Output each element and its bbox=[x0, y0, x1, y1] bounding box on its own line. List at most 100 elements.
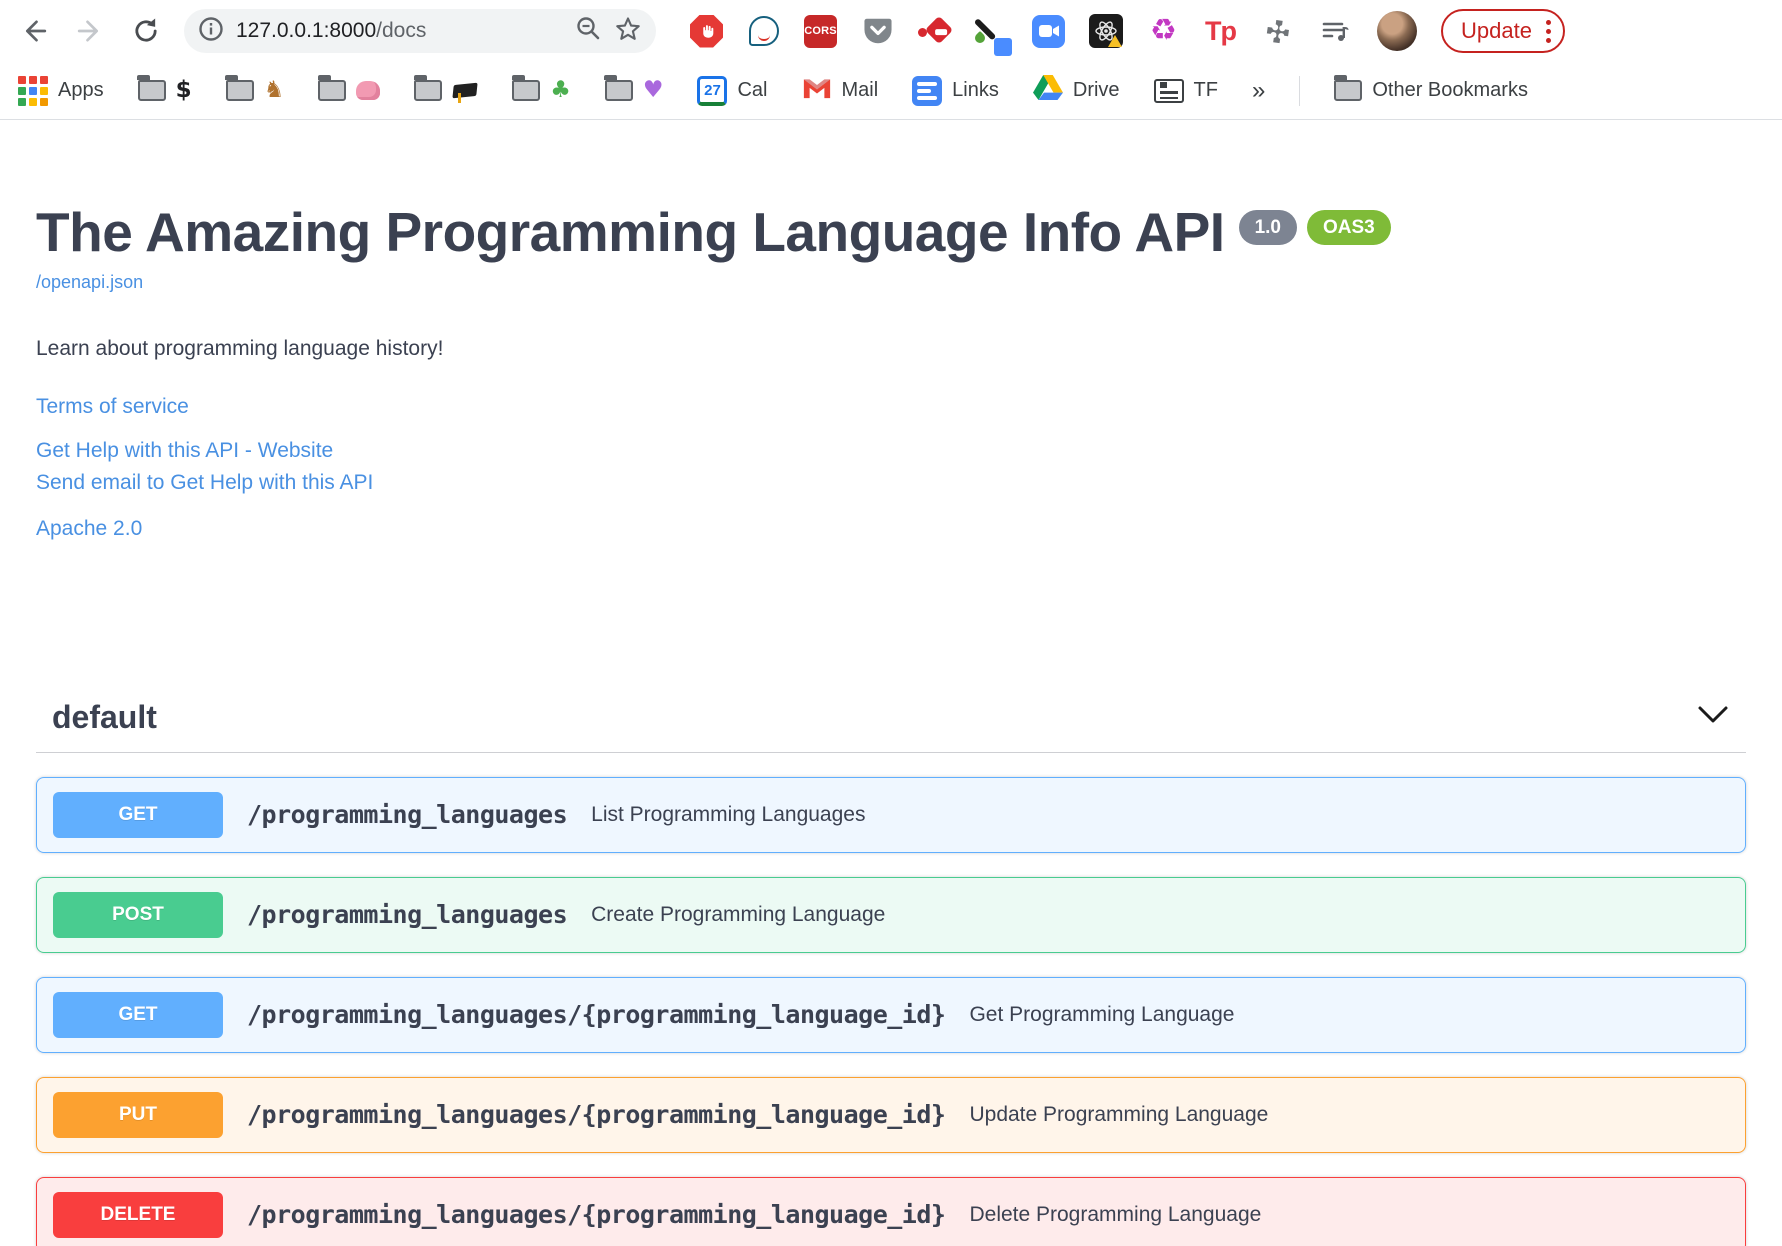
extensions-puzzle-icon[interactable] bbox=[1261, 15, 1294, 48]
api-license-block: Apache 2.0 bbox=[36, 517, 1746, 541]
bookmark-folder-carousel-horse[interactable] bbox=[225, 75, 285, 102]
bookmark-label: Links bbox=[952, 79, 999, 101]
bookmark-label: Mail bbox=[841, 79, 879, 101]
endpoint-row[interactable]: DELETE /programming_languages/{programmi… bbox=[36, 1176, 1746, 1246]
bookmarks-overflow-chevron[interactable]: » bbox=[1252, 77, 1265, 105]
bookmark-cal[interactable]: 27 Cal bbox=[697, 75, 768, 106]
purple-heart-icon bbox=[643, 79, 664, 102]
openapi-json-link[interactable]: /openapi.json bbox=[36, 272, 143, 293]
folder-icon bbox=[604, 75, 633, 101]
folder-icon bbox=[1333, 75, 1363, 101]
adblock-stop-hand-icon[interactable] bbox=[690, 14, 723, 48]
cors-icon[interactable]: CORS bbox=[804, 14, 837, 48]
api-help-links: Get Help with this API - Website Send em… bbox=[36, 439, 1746, 495]
method-badge: DELETE bbox=[53, 1191, 223, 1238]
card-note-icon bbox=[1153, 78, 1184, 103]
endpoint-path: /programming_languages bbox=[247, 800, 568, 830]
url-host: 127.0.0.1:8000 bbox=[236, 19, 377, 42]
bookmark-tf[interactable]: TF bbox=[1153, 78, 1218, 103]
herb-icon bbox=[550, 79, 571, 102]
music-playlist-icon[interactable] bbox=[1318, 15, 1351, 48]
other-bookmarks-label: Other Bookmarks bbox=[1372, 79, 1528, 101]
method-badge: GET bbox=[53, 791, 223, 838]
browser-menu-kebab-icon[interactable] bbox=[1545, 19, 1551, 43]
tag-section-header[interactable]: default bbox=[36, 699, 1746, 753]
gmail-icon bbox=[802, 76, 832, 105]
license-link[interactable]: Apache 2.0 bbox=[36, 517, 1746, 541]
endpoint-row[interactable]: GET /programming_languages List Programm… bbox=[36, 776, 1746, 853]
api-links: Terms of service bbox=[36, 395, 1746, 419]
bookmark-folder-brain[interactable] bbox=[317, 75, 381, 101]
url-text[interactable]: 127.0.0.1:8000/docs bbox=[236, 19, 563, 43]
chevron-down-icon[interactable] bbox=[1696, 705, 1730, 730]
url-path: /docs bbox=[376, 19, 427, 42]
red-diamond-icon[interactable] bbox=[918, 15, 954, 48]
extensions-row: CORS ♻ Tp bbox=[690, 14, 1351, 56]
brain-icon bbox=[356, 81, 381, 100]
folder-icon bbox=[137, 75, 166, 101]
chat-bubble-icon[interactable] bbox=[747, 15, 780, 48]
endpoint-summary: Update Programming Language bbox=[969, 1102, 1269, 1126]
back-icon[interactable] bbox=[16, 13, 52, 49]
apps-shortcut[interactable]: Apps bbox=[18, 75, 104, 106]
bookmarks-divider bbox=[1299, 75, 1301, 106]
api-docs-page: The Amazing Programming Language Info AP… bbox=[0, 120, 1782, 1246]
other-bookmarks[interactable]: Other Bookmarks bbox=[1333, 75, 1528, 102]
bookmark-mail[interactable]: Mail bbox=[802, 76, 879, 105]
help-email-link[interactable]: Send email to Get Help with this API bbox=[36, 471, 1746, 495]
bookmark-links[interactable]: Links bbox=[912, 75, 999, 106]
color-picker-eyedropper-icon[interactable] bbox=[972, 15, 1012, 56]
reload-icon[interactable] bbox=[128, 13, 164, 49]
bookmark-label: Drive bbox=[1072, 79, 1120, 101]
tag-title: default bbox=[52, 698, 157, 735]
endpoint-row[interactable]: PUT /programming_languages/{programming_… bbox=[36, 1076, 1746, 1153]
endpoint-path: /programming_languages/{programming_lang… bbox=[247, 1100, 946, 1130]
apps-label: Apps bbox=[58, 79, 104, 101]
folder-icon bbox=[317, 75, 347, 101]
links-doc-icon bbox=[912, 75, 943, 106]
method-badge: POST bbox=[53, 891, 223, 938]
endpoint-row[interactable]: GET /programming_languages/{programming_… bbox=[36, 976, 1746, 1053]
method-badge: PUT bbox=[53, 1091, 223, 1138]
endpoint-path: /programming_languages bbox=[247, 900, 568, 930]
terms-of-service-link[interactable]: Terms of service bbox=[36, 395, 1746, 419]
carousel-horse-icon bbox=[264, 79, 285, 102]
folder-icon bbox=[511, 75, 541, 101]
folder-icon bbox=[225, 75, 254, 101]
page-info-icon[interactable] bbox=[198, 16, 224, 47]
forward-icon[interactable] bbox=[72, 13, 108, 49]
bookmark-label: TF bbox=[1193, 79, 1218, 101]
zoom-video-icon[interactable] bbox=[1032, 14, 1065, 48]
help-website-link[interactable]: Get Help with this API - Website bbox=[36, 439, 1746, 463]
endpoint-summary: List Programming Languages bbox=[591, 802, 866, 826]
bookmark-folder-purple-heart[interactable] bbox=[604, 75, 664, 102]
bookmark-label: Cal bbox=[737, 79, 768, 101]
tp-icon[interactable]: Tp bbox=[1204, 15, 1237, 48]
endpoint-row[interactable]: POST /programming_languages Create Progr… bbox=[36, 876, 1746, 953]
oas3-badge: OAS3 bbox=[1306, 210, 1391, 245]
page-title: The Amazing Programming Language Info AP… bbox=[36, 201, 1225, 263]
endpoint-summary: Delete Programming Language bbox=[969, 1202, 1262, 1226]
bookmark-folder-dollar[interactable] bbox=[137, 75, 192, 102]
update-button[interactable]: Update bbox=[1441, 9, 1565, 53]
endpoint-summary: Create Programming Language bbox=[591, 902, 886, 926]
zoom-out-icon[interactable] bbox=[575, 15, 602, 47]
graduation-cap-icon bbox=[452, 78, 478, 104]
endpoint-path: /programming_languages/{programming_lang… bbox=[247, 1000, 946, 1030]
browser-toolbar: 127.0.0.1:8000/docs CORS ♻ Tp Update bbox=[0, 0, 1782, 62]
react-devtools-icon[interactable] bbox=[1089, 14, 1123, 48]
update-label: Update bbox=[1461, 18, 1532, 43]
api-badges: 1.0 OAS3 bbox=[1238, 210, 1391, 245]
recycle-icon[interactable]: ♻ bbox=[1147, 15, 1180, 48]
method-badge: GET bbox=[53, 991, 223, 1038]
dollar-icon bbox=[176, 79, 192, 102]
bookmark-folder-herb[interactable] bbox=[511, 75, 571, 102]
profile-avatar[interactable] bbox=[1377, 11, 1417, 51]
folder-icon bbox=[413, 75, 443, 101]
bookmark-drive[interactable]: Drive bbox=[1032, 74, 1120, 107]
bookmark-star-icon[interactable] bbox=[614, 15, 642, 48]
bookmark-folder-graduation[interactable] bbox=[413, 75, 478, 104]
url-bar[interactable]: 127.0.0.1:8000/docs bbox=[184, 9, 656, 53]
google-drive-icon bbox=[1032, 74, 1063, 107]
pocket-icon[interactable] bbox=[861, 15, 894, 48]
